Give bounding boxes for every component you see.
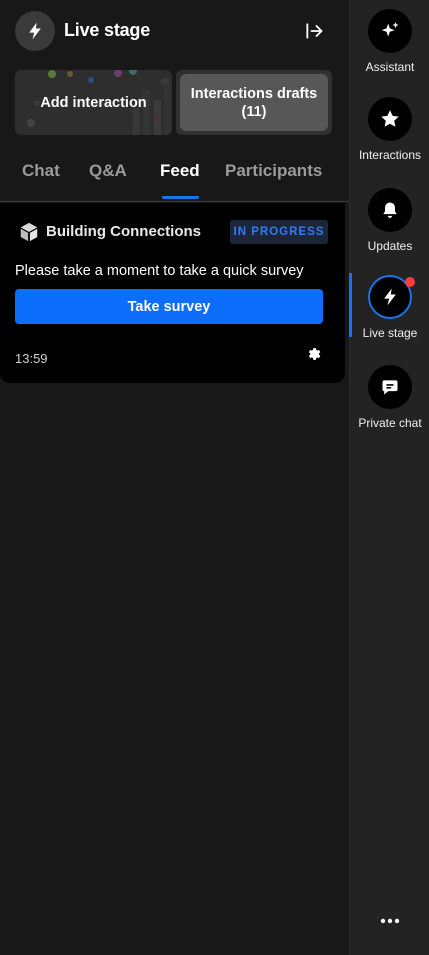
rail-label-assistant: Assistant [365,60,415,74]
take-survey-button[interactable]: Take survey [15,289,323,324]
feed-card-message: Please take a moment to take a quick sur… [15,263,304,279]
rail-item-private-chat[interactable]: Private chat [350,365,429,445]
feed-card: Building Connections IN PROGRESS Please … [0,203,345,383]
right-rail: Assistant Interactions Updates Live stag… [349,0,429,955]
rail-label-live-stage: Live stage [362,326,418,340]
rail-label-private-chat: Private chat [358,416,422,430]
notification-dot [405,277,415,287]
drafts-label: Interactions drafts [190,85,318,102]
drafts-inner: Interactions drafts (11) [180,74,328,131]
drafts-count: (11) [241,103,267,120]
rail-item-assistant[interactable]: Assistant [350,9,429,89]
interactions-drafts-button[interactable]: Interactions drafts (11) [176,70,332,135]
more-dots-icon[interactable] [350,906,429,936]
rail-item-updates[interactable]: Updates [350,188,429,268]
rail-item-live-stage[interactable]: Live stage [350,275,429,355]
sparkle-icon [368,9,412,53]
add-interaction-button[interactable]: Add interaction [15,70,172,135]
panel-header: Live stage [0,0,349,62]
status-badge: IN PROGRESS [230,220,328,244]
panel-tabs: Chat Q&A Feed Participants [0,152,349,202]
rail-item-interactions[interactable]: Interactions [350,97,429,177]
gear-icon[interactable] [306,346,322,362]
page-title: Live stage [64,20,151,40]
tab-feed[interactable]: Feed [160,161,200,181]
active-tab-indicator [162,196,199,199]
collapse-panel-icon[interactable] [302,19,326,43]
rail-label-interactions: Interactions [358,148,422,162]
cube-icon [20,222,38,242]
tab-participants[interactable]: Participants [225,161,322,181]
live-stage-panel: Live stage Add interaction Interactions … [0,0,349,955]
bell-icon [368,188,412,232]
drafts-label-group: Interactions drafts (11) [191,85,318,121]
tab-qa[interactable]: Q&A [89,161,127,181]
bolt-icon [15,11,55,51]
chat-bubble-icon [368,365,412,409]
rail-label-updates: Updates [367,239,413,253]
star-icon [368,97,412,141]
app: Live stage Add interaction Interactions … [0,0,429,955]
tab-chat[interactable]: Chat [22,161,60,181]
feed-card-timestamp: 13:59 [15,351,48,366]
add-interaction-label: Add interaction [40,94,147,111]
feed-card-title: Building Connections [46,223,201,240]
